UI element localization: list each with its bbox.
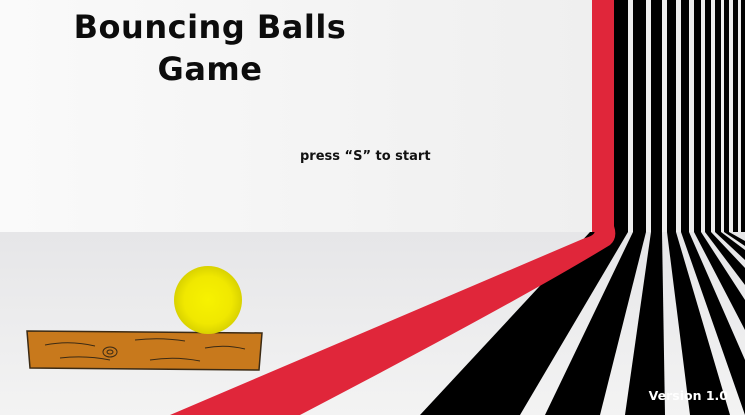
version-label: Version 1.0 [648,388,728,403]
red-wall-stripe [592,0,614,232]
yellow-ball [174,266,242,334]
start-hint: press “S” to start [300,149,431,164]
title-line-2: Game [157,50,263,88]
game-screen[interactable]: Bouncing Balls Game press “S” to start V… [0,0,745,415]
title-line-1: Bouncing Balls [73,8,347,46]
game-title: Bouncing Balls Game [40,6,380,90]
wooden-plank [26,330,263,371]
